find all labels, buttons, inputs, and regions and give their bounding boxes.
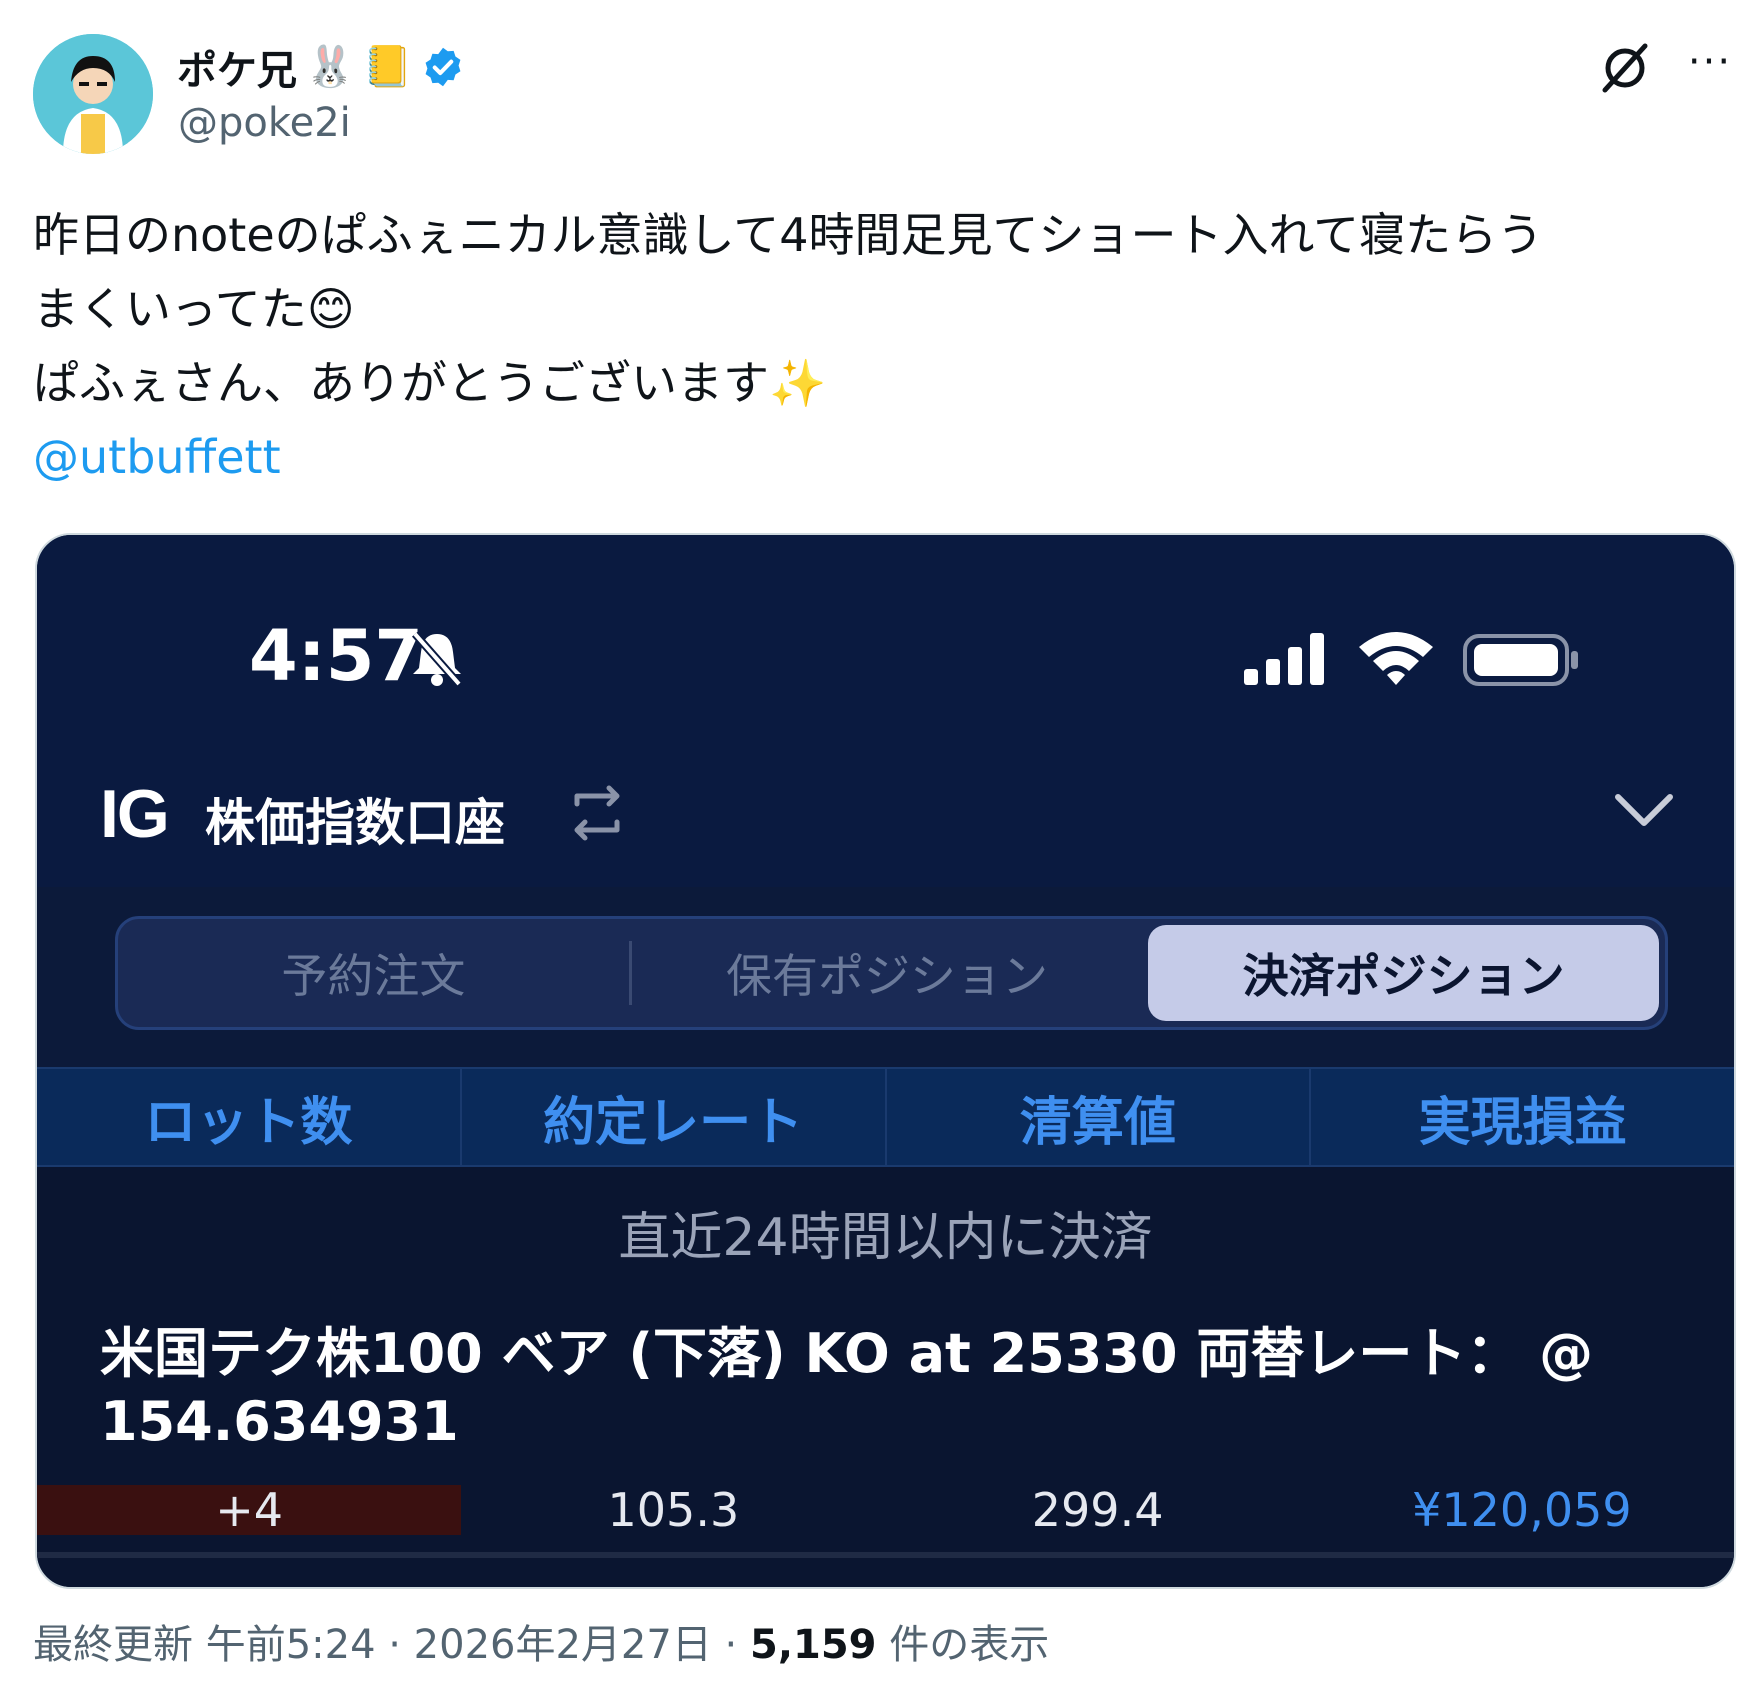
verified-badge-icon[interactable] xyxy=(421,45,465,89)
author-row: ポケ兄 🐰 📒 xyxy=(177,38,465,96)
tweet-line-2: まくいってた😊 xyxy=(33,282,355,336)
rabbit-emoji-icon: 🐰 xyxy=(305,44,355,90)
cell-pnl: ¥120,059 xyxy=(1412,1483,1632,1537)
battery-icon xyxy=(1462,631,1582,689)
cell-rate: 105.3 xyxy=(607,1483,740,1537)
author-handle[interactable]: @poke2i xyxy=(178,100,351,146)
divider xyxy=(37,1552,1734,1558)
instrument-line-2: 154.634931 xyxy=(100,1390,459,1453)
instrument-line-1: 米国テク株100 ベア (下落) KO at 25330 両替レート： @ xyxy=(100,1322,1594,1385)
author-name[interactable]: ポケ兄 xyxy=(177,38,297,96)
column-header-lots[interactable]: ロット数 xyxy=(37,1069,462,1165)
tab-pending-orders[interactable]: 予約注文 xyxy=(118,919,629,1027)
avatar[interactable] xyxy=(33,34,153,154)
table-row[interactable]: +4 105.3 299.4 ¥120,059 xyxy=(37,1483,1734,1537)
attached-image[interactable]: 4:57 IG 株価指数口座 予約注文 保有ポジション 決済ポジション ロット数… xyxy=(35,533,1736,1589)
tweet-line-1: 昨日のnoteのぱふぇニカル意識して4時間足見てショート入れて寝たらう xyxy=(33,208,1544,262)
tab-open-positions[interactable]: 保有ポジション xyxy=(632,919,1143,1027)
phone-clock: 4:57 xyxy=(249,615,424,697)
instrument-name[interactable]: 米国テク株100 ベア (下落) KO at 25330 両替レート： @ 15… xyxy=(100,1320,1680,1456)
section-label: 直近24時間以内に決済 xyxy=(618,1208,1153,1268)
column-header-settle[interactable]: 清算値 xyxy=(887,1069,1312,1165)
account-name[interactable]: 株価指数口座 xyxy=(205,783,505,855)
tab-closed-positions[interactable]: 決済ポジション xyxy=(1148,925,1660,1021)
tweet-meta: 最終更新 午前5:24 · 2026年2月27日 · 5,159 件の表示 xyxy=(33,1612,1049,1670)
chevron-down-icon[interactable] xyxy=(1612,789,1676,833)
wifi-icon xyxy=(1357,629,1435,687)
table-header: ロット数 約定レート 清算値 実現損益 xyxy=(37,1067,1734,1167)
bell-muted-icon xyxy=(409,628,465,688)
column-header-pnl[interactable]: 実現損益 xyxy=(1311,1069,1734,1165)
ig-logo: IG xyxy=(100,776,170,852)
cell-lots: +4 xyxy=(37,1483,462,1537)
cell-settle: 299.4 xyxy=(1031,1483,1164,1537)
avatar-illustration xyxy=(33,34,153,154)
view-count: 5,159 xyxy=(749,1622,877,1668)
tweet-text: 昨日のnoteのぱふぇニカル意識して4時間足見てショート入れて寝たらう まくいっ… xyxy=(33,198,1733,494)
more-options-icon[interactable]: ··· xyxy=(1680,42,1740,82)
mention-link[interactable]: @utbuffett xyxy=(33,420,1733,494)
notebook-emoji-icon: 📒 xyxy=(362,44,413,90)
grok-icon[interactable] xyxy=(1595,38,1655,98)
views-label: 件の表示 xyxy=(876,1622,1050,1668)
tweet-line-3: ぱふぇさん、ありがとうございます✨ xyxy=(33,356,827,410)
segmented-tabs: 予約注文 保有ポジション 決済ポジション xyxy=(115,916,1668,1030)
column-header-rate[interactable]: 約定レート xyxy=(462,1069,887,1165)
cellular-signal-icon xyxy=(1242,631,1330,687)
timestamp[interactable]: 最終更新 午前5:24 · 2026年2月27日 · xyxy=(33,1622,750,1668)
swap-account-icon[interactable] xyxy=(569,782,625,844)
